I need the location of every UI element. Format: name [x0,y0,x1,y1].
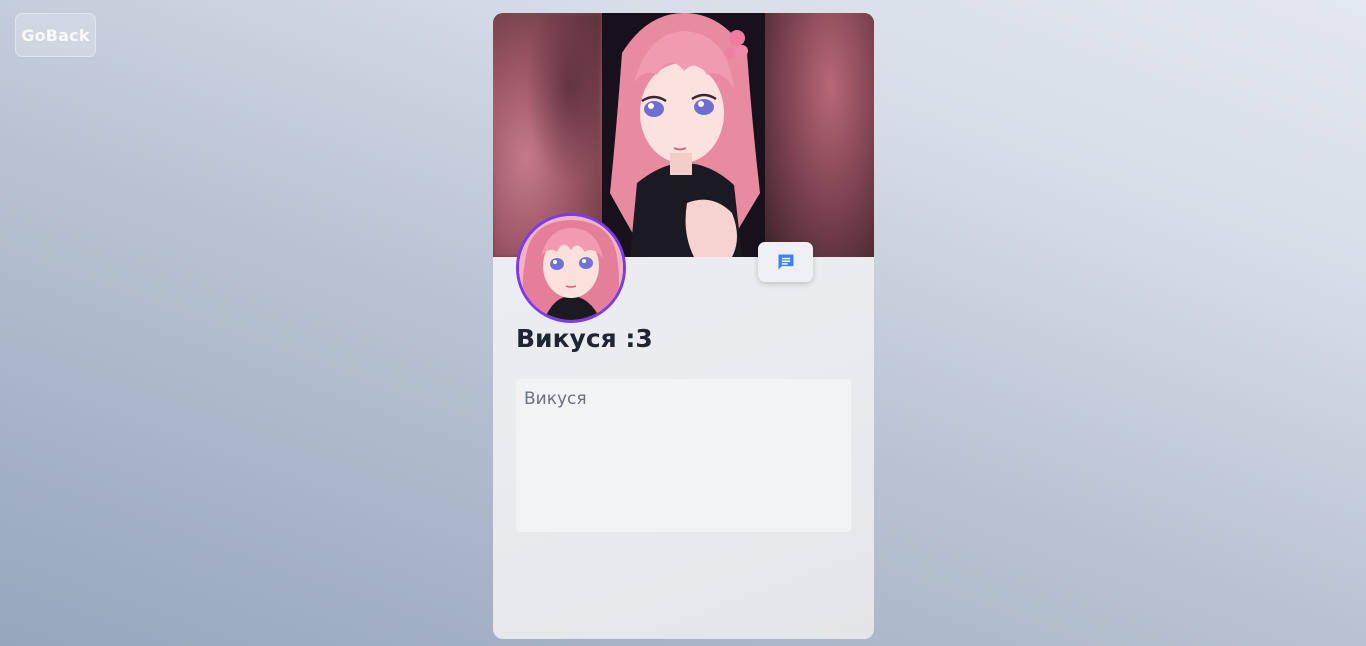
banner-blur-right [765,13,874,257]
profile-card: Викуся :3 Викуся [493,13,874,639]
avatar-image [519,216,623,320]
banner-portrait-image [602,13,765,257]
profile-avatar[interactable] [516,213,626,323]
goback-button[interactable]: GoBack [15,13,96,57]
profile-bio: Викуся [516,379,851,532]
chat-icon [778,254,793,270]
profile-name: Викуся :3 [516,324,653,353]
chat-button[interactable] [758,242,813,282]
